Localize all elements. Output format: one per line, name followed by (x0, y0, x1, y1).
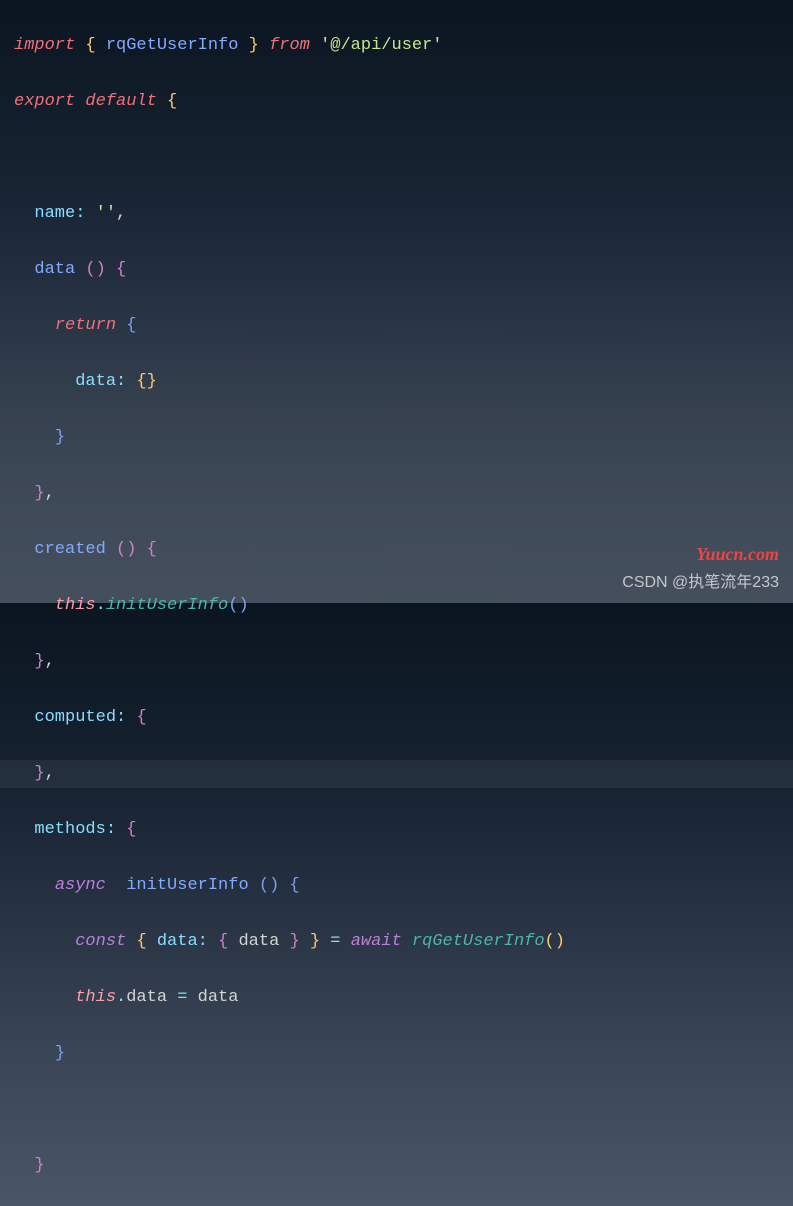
prop-name: name (34, 204, 75, 223)
code-line: data () { (14, 256, 779, 284)
code-line: }, (14, 480, 779, 508)
code-line: methods: { (14, 816, 779, 844)
keyword-this: this (55, 596, 96, 615)
code-line (14, 144, 779, 172)
prop-data: data (75, 372, 116, 391)
code-line: } (14, 1152, 779, 1180)
keyword-const: const (75, 932, 126, 951)
brace: } (34, 484, 44, 503)
brace: { (289, 876, 299, 895)
code-line: created () { (14, 536, 779, 564)
keyword-export: export (14, 92, 75, 111)
keyword-return: return (55, 316, 116, 335)
prop-created: created (34, 540, 105, 559)
fn-call: rqGetUserInfo (412, 932, 545, 951)
keyword-default: default (85, 92, 156, 111)
paren: ) (555, 932, 565, 951)
keyword-from: from (269, 36, 310, 55)
identifier: data (238, 932, 279, 951)
brace: } (55, 1044, 65, 1063)
code-line: } (14, 1040, 779, 1068)
identifier: rqGetUserInfo (106, 36, 239, 55)
brace: { (136, 932, 146, 951)
code-line: computed: { (14, 704, 779, 732)
brace: { (126, 316, 136, 335)
code-line: this.data = data (14, 984, 779, 1012)
code-line: export default { (14, 88, 779, 116)
brace: } (249, 36, 259, 55)
brace: { (147, 540, 157, 559)
keyword-import: import (14, 36, 75, 55)
brace: } (55, 428, 65, 447)
code-line: name: '', (14, 200, 779, 228)
brace: } (34, 1156, 44, 1175)
keyword-await: await (351, 932, 402, 951)
paren: ) (269, 876, 279, 895)
code-line: data: {} (14, 368, 779, 396)
brace: } (147, 372, 157, 391)
paren: ( (116, 540, 126, 559)
destructure-key: data (157, 932, 198, 951)
identifier: data (198, 988, 239, 1007)
prop-data: data (34, 260, 75, 279)
code-line: const { data: { data } } = await rqGetUs… (14, 928, 779, 956)
paren: ) (238, 596, 248, 615)
keyword-this: this (75, 988, 116, 1007)
paren: ( (545, 932, 555, 951)
code-line: async initUserInfo () { (14, 872, 779, 900)
paren: ( (259, 876, 269, 895)
paren: ( (85, 260, 95, 279)
brace: { (136, 708, 146, 727)
brace: { (85, 36, 95, 55)
code-line: import { rqGetUserInfo } from '@/api/use… (14, 32, 779, 60)
paren: ( (228, 596, 238, 615)
code-line: } (14, 424, 779, 452)
brace: { (218, 932, 228, 951)
code-line-highlighted: }, (0, 760, 793, 788)
brace: } (289, 932, 299, 951)
brace: } (34, 764, 44, 783)
code-block: import { rqGetUserInfo } from '@/api/use… (0, 0, 793, 1206)
code-line: return { (14, 312, 779, 340)
method-call: initUserInfo (106, 596, 228, 615)
brace: } (310, 932, 320, 951)
brace: { (116, 260, 126, 279)
brace: { (167, 92, 177, 111)
prop-methods: methods (34, 820, 105, 839)
brace: { (126, 820, 136, 839)
watermark-author: CSDN @执笔流年233 (622, 569, 779, 597)
string-literal: '' (96, 204, 116, 223)
prop-access: data (126, 988, 167, 1007)
brace: } (34, 652, 44, 671)
code-line: }, (14, 648, 779, 676)
prop-computed: computed (34, 708, 116, 727)
keyword-async: async (55, 876, 106, 895)
brace: { (136, 372, 146, 391)
watermark-site: Yuucn.com (696, 540, 779, 568)
paren: ) (126, 540, 136, 559)
paren: ) (96, 260, 106, 279)
method-name: initUserInfo (126, 876, 248, 895)
string-literal: '@/api/user' (320, 36, 442, 55)
code-line (14, 1096, 779, 1124)
